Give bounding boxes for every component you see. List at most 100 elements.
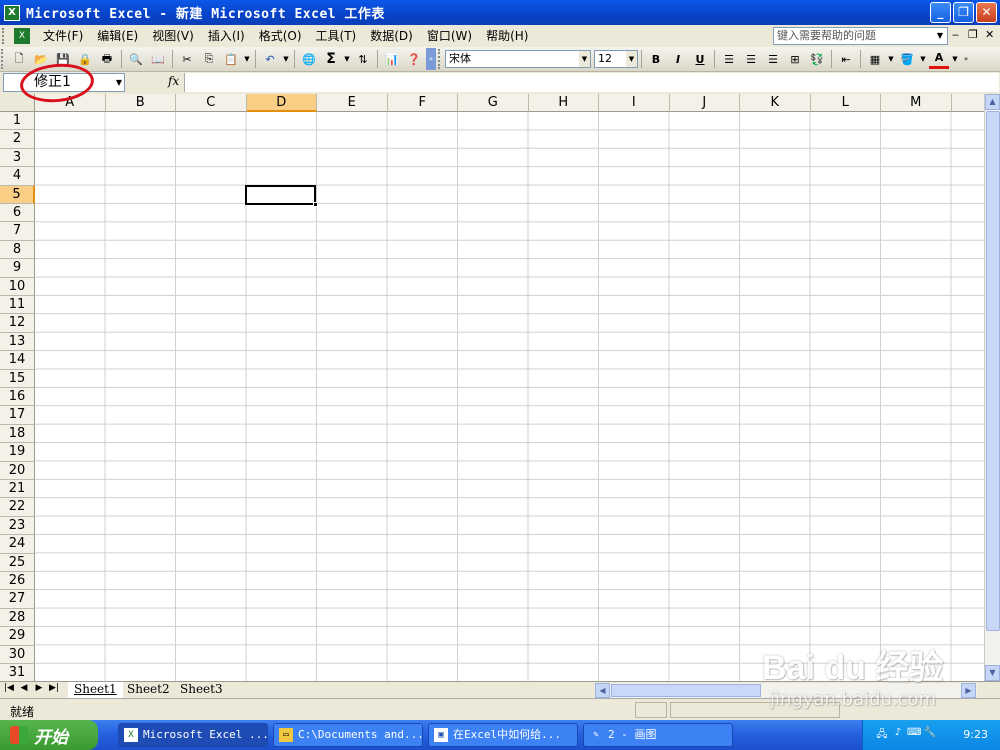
scroll-up-icon[interactable]: ▲: [985, 94, 1000, 110]
menu-window[interactable]: 窗口(W): [420, 26, 479, 46]
toolbar-grip[interactable]: [1, 49, 7, 69]
workbook-icon[interactable]: X: [14, 28, 30, 44]
last-sheet-icon[interactable]: ▶|: [47, 683, 61, 693]
column-header-e[interactable]: E: [317, 94, 388, 112]
formula-input[interactable]: [184, 73, 999, 92]
row-header-17[interactable]: 17: [0, 406, 35, 425]
column-header-m[interactable]: M: [881, 94, 952, 112]
cut-icon[interactable]: ✂: [177, 49, 197, 69]
row-header-23[interactable]: 23: [0, 516, 35, 536]
sort-ascending-icon[interactable]: ⇅: [353, 49, 373, 69]
row-header-10[interactable]: 10: [0, 277, 35, 296]
row-header-6[interactable]: 6: [0, 204, 35, 223]
chart-wizard-icon[interactable]: 📊: [382, 49, 402, 69]
row-header-11[interactable]: 11: [0, 296, 35, 315]
menu-insert[interactable]: 插入(I): [201, 26, 252, 46]
row-header-4[interactable]: 4: [0, 167, 35, 186]
sheet-tab-2[interactable]: Sheet2: [121, 682, 176, 698]
task-browser[interactable]: ▣ 在Excel中如何给...: [428, 723, 578, 747]
restore-button[interactable]: ❐: [953, 2, 974, 23]
row-header-27[interactable]: 27: [0, 590, 35, 609]
merge-center-icon[interactable]: ⊞: [785, 49, 805, 69]
chevron-down-icon[interactable]: ▼: [934, 28, 946, 44]
row-header-21[interactable]: 21: [0, 480, 35, 499]
chevron-down-icon[interactable]: ▼: [579, 51, 590, 67]
row-header-26[interactable]: 26: [0, 572, 35, 591]
row-header-28[interactable]: 28: [0, 608, 35, 628]
ime-icon[interactable]: ⌨: [907, 727, 921, 741]
decrease-indent-icon[interactable]: ⇤: [836, 49, 856, 69]
currency-icon[interactable]: 💱: [807, 49, 827, 69]
font-size-select[interactable]: 12 ▼: [594, 50, 638, 68]
scroll-right-icon[interactable]: ▶: [961, 683, 976, 698]
menu-grip[interactable]: [2, 28, 14, 44]
chevron-down-icon[interactable]: ▼: [282, 49, 290, 69]
help-icon[interactable]: ❓: [404, 49, 424, 69]
column-header-c[interactable]: C: [176, 94, 247, 112]
row-header-30[interactable]: 30: [0, 645, 35, 664]
chevron-down-icon[interactable]: ▼: [243, 49, 251, 69]
undo-icon[interactable]: ↶: [260, 49, 280, 69]
column-header-g[interactable]: G: [458, 94, 529, 112]
research-icon[interactable]: 📖: [148, 49, 168, 69]
horizontal-scrollbar[interactable]: ◀ ▶: [595, 683, 977, 698]
row-header-13[interactable]: 13: [0, 332, 35, 352]
underline-button[interactable]: U: [690, 49, 710, 69]
font-name-select[interactable]: 宋体 ▼: [445, 50, 591, 68]
task-excel[interactable]: X Microsoft Excel ...: [118, 723, 268, 747]
new-icon[interactable]: 🗋: [9, 49, 29, 69]
column-header-h[interactable]: H: [528, 94, 599, 112]
task-paint[interactable]: ✎ 2 - 画图: [583, 723, 733, 747]
row-header-16[interactable]: 16: [0, 388, 35, 407]
column-header-d[interactable]: D: [246, 94, 317, 112]
row-header-22[interactable]: 22: [0, 498, 35, 517]
menu-edit[interactable]: 编辑(E): [90, 26, 145, 46]
menu-view[interactable]: 视图(V): [145, 26, 201, 46]
chevron-down-icon[interactable]: ▼: [887, 49, 895, 69]
network-icon[interactable]: 🖧: [875, 727, 889, 741]
bold-button[interactable]: B: [646, 49, 666, 69]
row-header-3[interactable]: 3: [0, 148, 35, 168]
start-button[interactable]: 开始: [0, 720, 98, 750]
print-preview-icon[interactable]: 🔍: [126, 49, 146, 69]
row-header-1[interactable]: 1: [0, 112, 35, 131]
column-header-f[interactable]: F: [387, 94, 458, 112]
excel-icon[interactable]: X: [4, 4, 20, 21]
align-center-icon[interactable]: ☰: [741, 49, 761, 69]
column-header-partial[interactable]: [951, 94, 984, 112]
menu-data[interactable]: 数据(D): [363, 26, 420, 46]
column-header-l[interactable]: L: [810, 94, 881, 112]
close-button[interactable]: ✕: [976, 2, 997, 23]
next-sheet-icon[interactable]: ▶: [32, 683, 46, 693]
row-header-15[interactable]: 15: [0, 369, 35, 388]
active-cell[interactable]: [245, 185, 318, 207]
column-header-i[interactable]: I: [599, 94, 670, 112]
italic-button[interactable]: I: [668, 49, 688, 69]
fill-handle[interactable]: [313, 202, 318, 207]
column-header-k[interactable]: K: [740, 94, 811, 112]
chevron-down-icon[interactable]: ▼: [116, 74, 122, 91]
row-header-31[interactable]: 31: [0, 664, 35, 681]
scroll-left-icon[interactable]: ◀: [595, 683, 610, 698]
menu-help[interactable]: 帮助(H): [479, 26, 535, 46]
doc-minimize-icon[interactable]: ‒: [952, 28, 959, 41]
chevron-down-icon[interactable]: ▼: [343, 49, 351, 69]
chevron-down-icon[interactable]: ▼: [919, 49, 927, 69]
cells-area[interactable]: [35, 112, 984, 681]
prev-sheet-icon[interactable]: ◀: [17, 683, 31, 693]
sheet-tab-3[interactable]: Sheet3: [174, 682, 229, 698]
row-header-20[interactable]: 20: [0, 461, 35, 480]
volume-icon[interactable]: ♪: [891, 727, 905, 741]
toolbar-options-icon[interactable]: »: [426, 48, 436, 70]
row-header-29[interactable]: 29: [0, 627, 35, 646]
copy-icon[interactable]: ⎘: [199, 49, 219, 69]
insert-function-icon[interactable]: fx: [168, 74, 179, 88]
vertical-scrollbar[interactable]: ▲ ▼: [984, 94, 1000, 681]
row-header-24[interactable]: 24: [0, 535, 35, 554]
row-header-14[interactable]: 14: [0, 351, 35, 370]
sheet-tab-1[interactable]: Sheet1: [68, 682, 123, 698]
row-header-19[interactable]: 19: [0, 443, 35, 462]
align-left-icon[interactable]: ☰: [719, 49, 739, 69]
toolbar-options-icon[interactable]: »: [961, 49, 971, 69]
align-right-icon[interactable]: ☰: [763, 49, 783, 69]
